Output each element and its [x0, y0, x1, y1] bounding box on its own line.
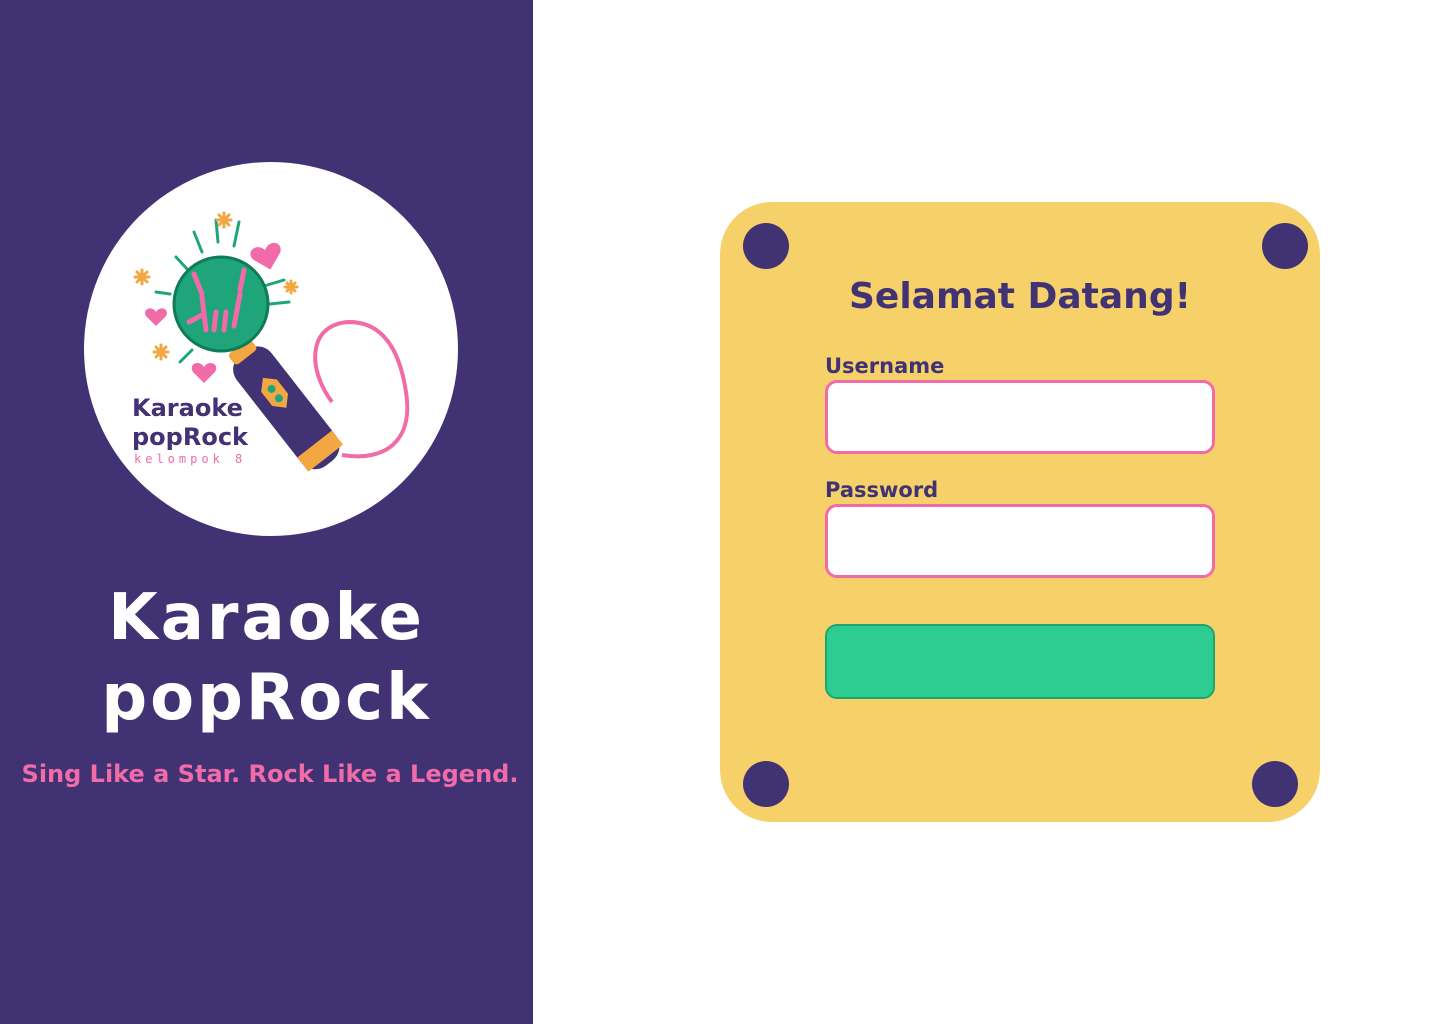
username-field[interactable] — [825, 380, 1215, 454]
decorative-dot — [1262, 223, 1308, 269]
login-title: Selamat Datang! — [848, 276, 1192, 317]
decorative-dot — [743, 761, 789, 807]
login-button[interactable] — [825, 624, 1215, 699]
logo-text-line1: Karaoke — [132, 394, 243, 422]
logo-text-line2: popRock — [132, 423, 249, 451]
brand-title-line2: popRock — [101, 661, 432, 735]
logo: Karaoke popRock kelompok 8 — [84, 162, 458, 536]
microphone-rock-hand-icon: Karaoke popRock kelompok 8 — [132, 211, 410, 472]
tagline: Sing Like a Star. Rock Like a Legend. — [21, 760, 519, 788]
decorative-dot — [1252, 761, 1298, 807]
password-field[interactable] — [825, 504, 1215, 578]
username-label: Username — [825, 354, 945, 378]
password-label: Password — [825, 478, 939, 502]
brand-title: Karaoke popRock — [0, 578, 533, 738]
brand-title-line1: Karaoke — [108, 581, 425, 655]
login-card: Selamat Datang! Username Password — [720, 202, 1320, 822]
decorative-dot — [743, 223, 789, 269]
logo-subtitle: kelompok 8 — [134, 452, 246, 466]
sidebar-panel: Karaoke popRock kelompok 8 Karaoke popRo… — [0, 0, 533, 1024]
